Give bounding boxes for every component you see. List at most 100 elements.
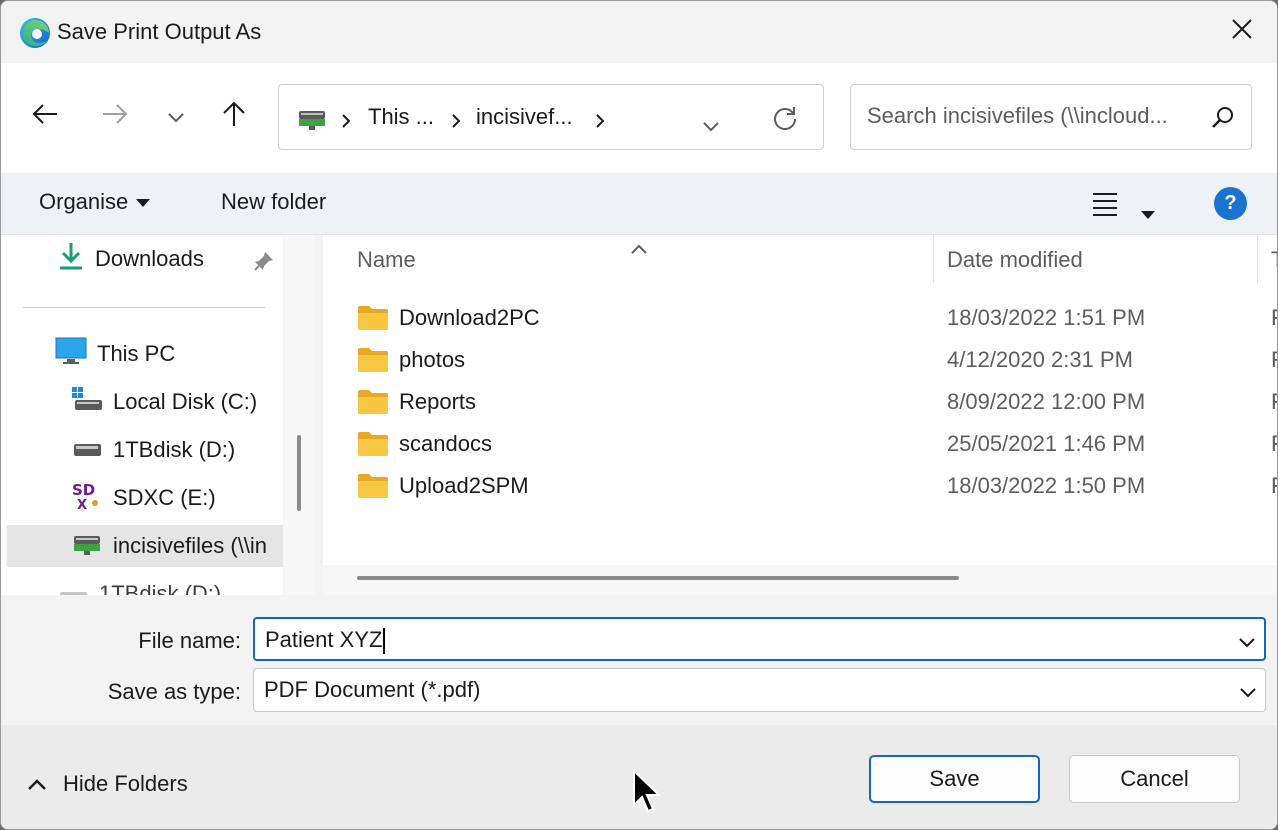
save-dialog: Save Print Output As This ... incisivef.… [0,0,1278,830]
up-button[interactable] [214,97,254,137]
file-name: scandocs [399,431,492,456]
file-date: 25/05/2021 1:46 PM [947,431,1146,456]
sidebar-item-local-disk-c[interactable]: Local Disk (C:) [71,381,283,423]
help-button[interactable]: ? [1214,187,1247,220]
back-button[interactable] [25,97,65,137]
folder-icon [357,345,389,379]
hide-folders-label: Hide Folders [63,771,188,796]
sidebar-item-label: incisivefiles (\\in [113,533,268,558]
save-form: File name: Patient XYZ Save as type: PDF… [1,595,1277,725]
drive-icon [71,434,103,466]
file-date: 18/03/2022 1:51 PM [947,305,1146,330]
column-divider[interactable] [1257,235,1258,283]
sidebar-item-incisivefiles[interactable]: incisivefiles (\\in [7,525,283,567]
svg-text:SD: SD [72,481,95,499]
sidebar-scroll-thumb[interactable] [297,435,301,511]
network-drive-icon [297,107,327,137]
sidebar-item-label: 1TBdisk (D:) [99,581,222,595]
column-header-type[interactable]: T [1271,247,1277,273]
pin-icon [253,250,275,278]
chevron-down-icon[interactable] [1238,629,1256,655]
network-drive-icon [71,530,103,562]
file-row[interactable]: Upload2SPM 18/03/2022 1:50 PM F [323,465,1277,507]
file-date: 8/09/2022 12:00 PM [947,389,1146,414]
file-name-text: Patient XYZ [265,627,383,652]
file-row[interactable]: scandocs 25/05/2021 1:46 PM F [323,423,1277,465]
file-list-scroll-thumb[interactable] [357,576,959,580]
view-options-button[interactable] [1091,189,1161,219]
column-header-date-modified[interactable]: Date modified [947,247,1083,273]
file-name-value: Patient XYZ [265,627,386,655]
forward-button[interactable] [95,97,135,137]
breadcrumb-this-pc[interactable]: This ... [368,104,434,130]
file-list-scrollbar[interactable] [323,565,1277,595]
organise-button[interactable]: Organise [39,189,151,215]
hide-folders-button[interactable]: Hide Folders [27,771,188,797]
chevron-down-icon [167,104,185,130]
folder-icon [357,429,389,463]
new-folder-button[interactable]: New folder [221,189,326,215]
file-name: photos [399,347,466,372]
sidebar-item-label: SDXC (E:) [113,485,216,510]
file-date: 18/03/2022 1:50 PM [947,473,1146,498]
sidebar-item-sdxc-e[interactable]: SD X SDXC (E:) [71,477,283,519]
cancel-button[interactable]: Cancel [1069,755,1240,803]
close-button[interactable] [1207,1,1277,63]
sidebar-item-1tbdisk-d[interactable]: 1TBdisk (D:) [71,429,283,471]
file-name: Reports [399,389,477,414]
file-row[interactable]: Download2PC 18/03/2022 1:51 PM F [323,297,1277,339]
svg-text:X: X [77,498,87,511]
sidebar-item-label: This PC [97,341,176,366]
file-type: F [1271,389,1277,415]
refresh-button[interactable] [772,105,798,137]
edge-browser-icon [19,17,51,49]
command-bar: Organise New folder [1,173,1277,235]
file-type: F [1271,347,1277,373]
recent-locations-button[interactable] [156,97,196,137]
file-list: Name Date modified T Download2PC 18/03/2… [323,235,1277,595]
search-box[interactable] [850,84,1252,150]
help-icon: ? [1224,192,1237,214]
column-header-name[interactable]: Name [357,247,416,273]
chevron-right-icon [341,109,351,135]
sidebar-divider [23,307,265,308]
save-type-select[interactable]: PDF Document (*.pdf) [253,668,1266,712]
file-name: Upload2SPM [399,473,529,498]
save-button[interactable]: Save [869,755,1040,803]
save-type-value: PDF Document (*.pdf) [264,677,481,702]
column-divider[interactable] [933,235,934,283]
sort-ascending-icon [630,235,648,261]
search-input[interactable] [867,103,1197,129]
address-history-button[interactable] [702,113,720,139]
address-bar[interactable]: This ... incisivef... [278,84,824,150]
file-row[interactable]: photos 4/12/2020 2:31 PM F [323,339,1277,381]
arrow-right-icon [101,103,129,131]
file-type: F [1271,305,1277,331]
list-view-icon [1091,191,1119,223]
sd-card-icon: SD X [71,479,103,517]
sidebar-item-1tbdisk-d-2[interactable]: 1TBdisk (D:) [57,573,283,595]
download-icon [57,241,85,277]
drive-icon [57,578,89,595]
chevron-right-icon [595,109,605,135]
file-type: F [1271,473,1277,499]
file-date: 4/12/2020 2:31 PM [947,347,1133,372]
window-title: Save Print Output As [57,19,262,44]
file-name-label: File name: [138,628,241,653]
navigation-bar: This ... incisivef... [1,63,1277,173]
caret-down-icon [136,199,151,208]
folder-icon [357,303,389,337]
sidebar-scrollbar[interactable] [283,235,315,595]
sidebar-item-downloads[interactable]: Downloads [57,238,283,280]
caret-down-icon [1141,199,1155,225]
save-type-label: Save as type: [107,679,241,704]
monitor-icon [55,337,87,371]
arrow-up-icon [222,101,246,133]
arrow-left-icon [31,103,59,131]
file-row[interactable]: Reports 8/09/2022 12:00 PM F [323,381,1277,423]
breadcrumb-incisivefiles[interactable]: incisivef... [476,104,573,130]
sidebar-item-label: Local Disk (C:) [113,389,258,414]
chevron-right-icon [451,109,461,135]
sidebar-item-this-pc[interactable]: This PC [55,333,283,375]
file-name-field[interactable]: Patient XYZ [253,617,1266,661]
